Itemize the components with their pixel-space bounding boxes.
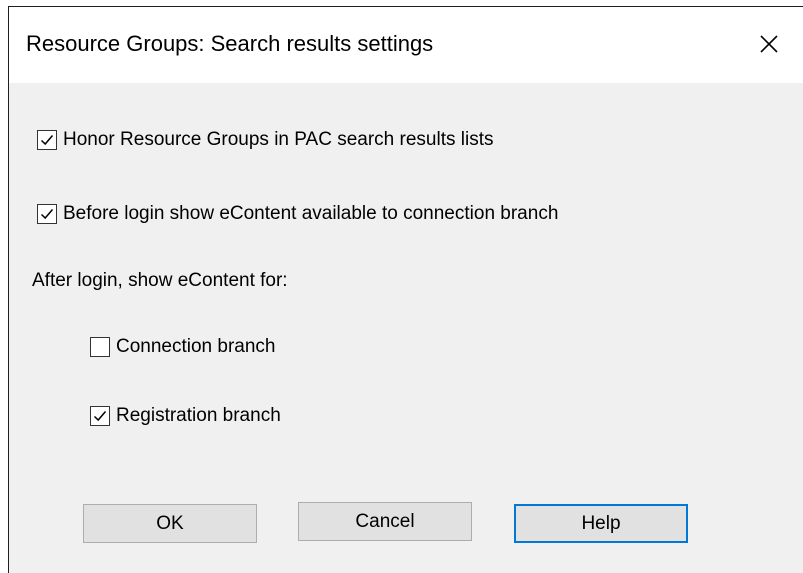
registration-branch-label: Registration branch [116,405,281,426]
window-title: Resource Groups: Search results settings [26,31,434,56]
after-login-label: After login, show eContent for: [32,270,288,291]
registration-branch-option[interactable]: Registration branch [90,405,281,427]
checkmark-icon [93,411,107,422]
title-bar[interactable]: Resource Groups: Search results settings [9,7,803,83]
checkmark-icon [40,135,54,146]
help-button[interactable]: Help [514,504,688,543]
dialog-window: Resource Groups: Search results settings… [8,6,803,573]
connection-branch-label: Connection branch [116,336,276,357]
before-login-econtent-checkbox[interactable] [37,204,57,224]
before-login-econtent-label: Before login show eContent available to … [63,203,559,224]
connection-branch-checkbox[interactable] [90,337,110,357]
before-login-econtent-option[interactable]: Before login show eContent available to … [37,203,558,225]
cancel-button[interactable]: Cancel [298,502,472,541]
dialog-body: Honor Resource Groups in PAC search resu… [9,83,803,573]
honor-resource-groups-option[interactable]: Honor Resource Groups in PAC search resu… [37,129,493,151]
checkmark-icon [40,209,54,220]
honor-resource-groups-checkbox[interactable] [37,130,57,150]
connection-branch-option[interactable]: Connection branch [90,336,276,358]
registration-branch-checkbox[interactable] [90,406,110,426]
honor-resource-groups-label: Honor Resource Groups in PAC search resu… [63,129,494,150]
close-icon[interactable] [754,29,784,59]
ok-button[interactable]: OK [83,504,257,543]
